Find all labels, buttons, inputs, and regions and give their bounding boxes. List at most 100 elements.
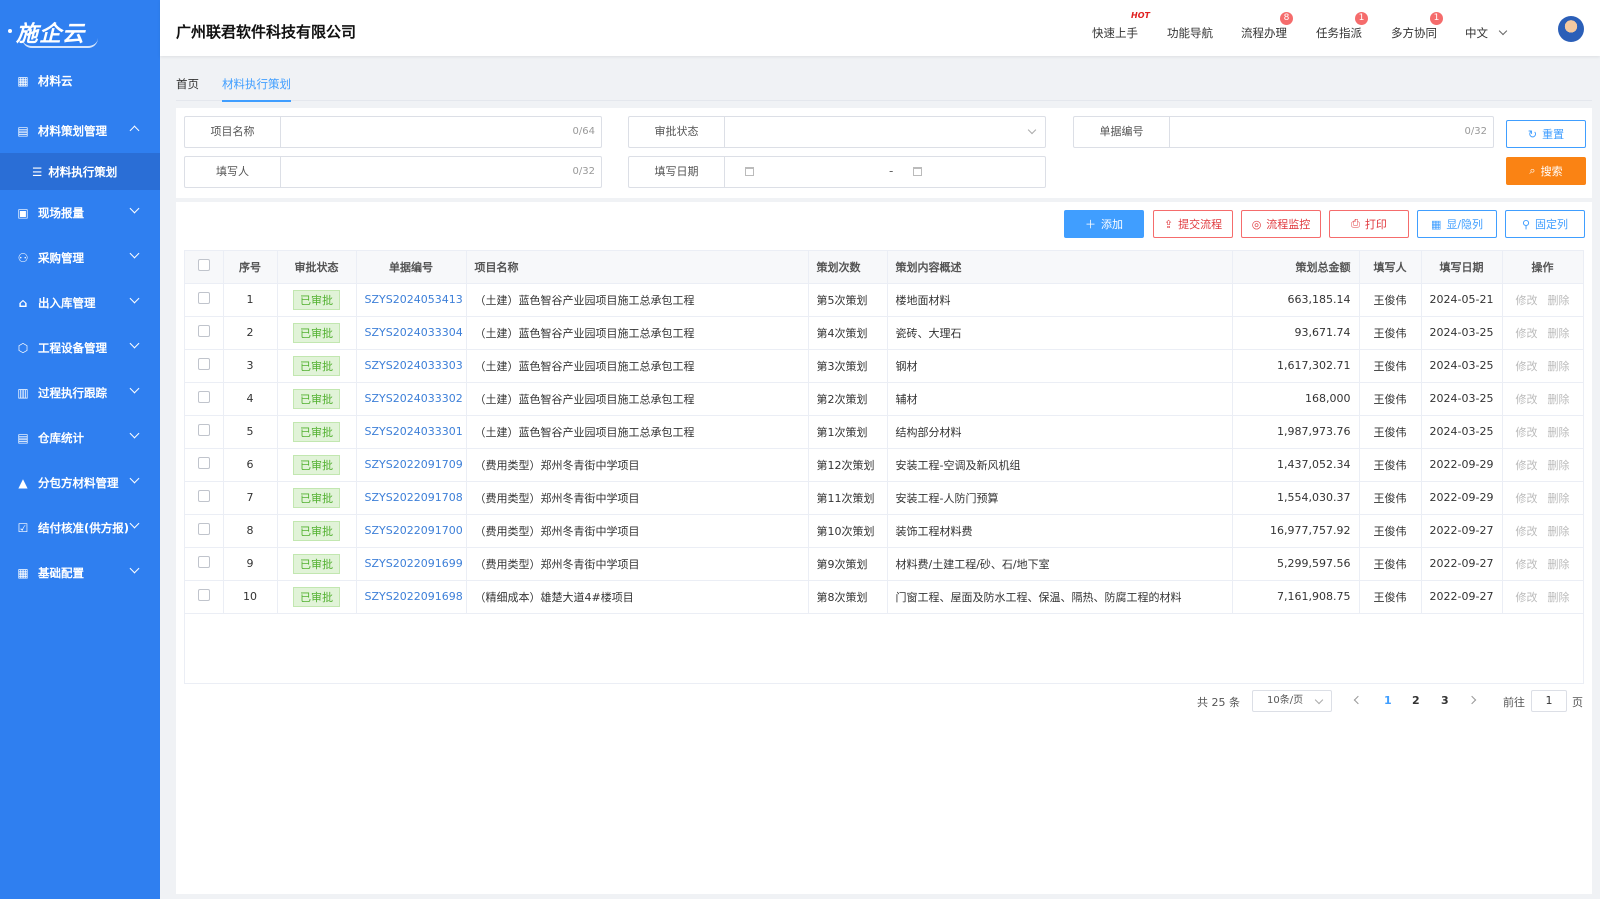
doc-number-link[interactable]: SZYS2024033301 [365, 425, 463, 438]
checkbox[interactable] [197, 259, 210, 272]
doc-number-field[interactable]: 单据编号 0/32 [1073, 116, 1494, 148]
row-checkbox-cell[interactable] [185, 514, 224, 548]
avatar[interactable] [1558, 16, 1584, 42]
checkbox[interactable] [197, 292, 210, 304]
doc-number-link[interactable]: SZYS2022091699 [365, 557, 463, 570]
delete-button[interactable]: 删除 [1548, 492, 1570, 505]
print-button[interactable]: ⎙ 打印 [1329, 210, 1409, 238]
edit-button[interactable]: 修改 [1516, 294, 1538, 307]
table-row[interactable]: 3 已审批 SZYS2024033303 （土建）蓝色智谷产业园项目施工总承包工程 第3… [185, 349, 1584, 383]
table-row[interactable]: 8 已审批 SZYS2022091700 （费用类型）郑州冬青街中学项目 第10次策划装… [185, 514, 1584, 548]
checkbox[interactable] [197, 424, 210, 436]
delete-button[interactable]: 删除 [1548, 558, 1570, 571]
delete-button[interactable]: 删除 [1548, 360, 1570, 373]
edit-button[interactable]: 修改 [1516, 558, 1538, 571]
delete-button[interactable]: 删除 [1548, 294, 1570, 307]
table-row[interactable]: 10 已审批 SZYS2022091698 （精细成本）雄楚大道4#楼项目 第8次策划门… [185, 580, 1584, 614]
select-all-checkbox[interactable] [185, 251, 224, 284]
checkbox[interactable] [197, 325, 210, 337]
sidebar-item-5[interactable]: ⌂ 出入库管理 [0, 280, 160, 325]
process-monitor-button[interactable]: ◎ 流程监控 [1241, 210, 1321, 238]
language-select[interactable]: 中文 [1465, 25, 1507, 41]
doc-number-link[interactable]: SZYS2022091709 [365, 458, 463, 471]
edit-button[interactable]: 修改 [1516, 393, 1538, 406]
delete-button[interactable]: 删除 [1548, 525, 1570, 538]
sidebar-item-3[interactable]: ▣ 现场报量 [0, 190, 160, 235]
table-row[interactable]: 6 已审批 SZYS2022091709 （费用类型）郑州冬青街中学项目 第12次策划安… [185, 448, 1584, 482]
doc-number-link[interactable]: SZYS2024033304 [365, 326, 463, 339]
row-checkbox-cell[interactable] [185, 547, 224, 581]
tab-home[interactable]: 首页 [176, 76, 199, 92]
checkbox[interactable] [197, 358, 210, 370]
doc-number-link[interactable]: SZYS2022091698 [365, 590, 463, 603]
sidebar-item-11[interactable]: ▦ 基础配置 [0, 550, 160, 595]
page-1[interactable]: 1 [1384, 694, 1392, 707]
page-size-select[interactable]: 10条/页 [1252, 690, 1332, 712]
row-checkbox-cell[interactable] [185, 580, 224, 614]
row-checkbox-cell[interactable] [185, 283, 224, 317]
edit-button[interactable]: 修改 [1516, 492, 1538, 505]
reset-button[interactable]: ↻ 重置 [1506, 120, 1586, 148]
header-nav-quickstart[interactable]: 快速上手 HOT [1092, 11, 1150, 41]
header-nav-task[interactable]: 任务指派 1 [1316, 12, 1368, 41]
table-row[interactable]: 7 已审批 SZYS2022091708 （费用类型）郑州冬青街中学项目 第11次策划安… [185, 481, 1584, 515]
checkbox[interactable] [197, 391, 210, 403]
project-name-field[interactable]: 项目名称 0/64 [184, 116, 602, 148]
doc-number-link[interactable]: SZYS2022091708 [365, 491, 463, 504]
fill-date-range[interactable]: 填写日期 - [628, 156, 1046, 188]
checkbox[interactable] [197, 490, 210, 502]
submit-process-button[interactable]: ⇪ 提交流程 [1153, 210, 1233, 238]
table-row[interactable]: 5 已审批 SZYS2024033301 （土建）蓝色智谷产业园项目施工总承包工程 第1… [185, 415, 1584, 449]
sidebar-item-7[interactable]: ▥ 过程执行跟踪 [0, 370, 160, 415]
sidebar-item-0[interactable]: ▦ 材料云 [0, 64, 160, 98]
checkbox[interactable] [197, 457, 210, 469]
edit-button[interactable]: 修改 [1516, 426, 1538, 439]
table-row[interactable]: 1 已审批 SZYS2024053413 （土建）蓝色智谷产业园项目施工总承包工程 第5… [185, 283, 1584, 317]
sidebar-item-4[interactable]: ⚇ 采购管理 [0, 235, 160, 280]
sidebar-item-9[interactable]: ▲ 分包方材料管理 [0, 460, 160, 505]
doc-number-link[interactable]: SZYS2022091700 [365, 524, 463, 537]
page-2[interactable]: 2 [1412, 694, 1420, 707]
sidebar-item-1[interactable]: ▤ 材料策划管理 [0, 108, 160, 153]
search-button[interactable]: ⌕ 搜索 [1506, 157, 1586, 185]
sidebar-subitem-2[interactable]: ☰ 材料执行策划 [0, 153, 160, 190]
sidebar-item-6[interactable]: ⬡ 工程设备管理 [0, 325, 160, 370]
tab-material-plan[interactable]: 材料执行策划 [222, 76, 291, 102]
toggle-columns-button[interactable]: ▦ 显/隐列 [1417, 210, 1497, 238]
edit-button[interactable]: 修改 [1516, 327, 1538, 340]
doc-number-link[interactable]: SZYS2024053413 [365, 293, 463, 306]
delete-button[interactable]: 删除 [1548, 591, 1570, 604]
table-row[interactable]: 2 已审批 SZYS2024033304 （土建）蓝色智谷产业园项目施工总承包工程 第4… [185, 316, 1584, 350]
row-checkbox-cell[interactable] [185, 415, 224, 449]
header-nav-function-guide[interactable]: 功能导航 [1167, 25, 1213, 41]
doc-number-link[interactable]: SZYS2024033302 [365, 392, 463, 405]
header-nav-collab[interactable]: 多方协同 1 [1391, 12, 1443, 41]
row-checkbox-cell[interactable] [185, 382, 224, 416]
checkbox[interactable] [197, 589, 210, 601]
filler-field[interactable]: 填写人 0/32 [184, 156, 602, 188]
delete-button[interactable]: 删除 [1548, 459, 1570, 472]
checkbox[interactable] [197, 556, 210, 568]
row-checkbox-cell[interactable] [185, 448, 224, 482]
add-button[interactable]: ＋ 添加 [1064, 210, 1144, 238]
sidebar-item-8[interactable]: ▤ 仓库统计 [0, 415, 160, 460]
row-checkbox-cell[interactable] [185, 316, 224, 350]
approval-status-select[interactable]: 审批状态 [628, 116, 1046, 148]
table-row[interactable]: 9 已审批 SZYS2022091699 （费用类型）郑州冬青街中学项目 第9次策划 材料… [185, 547, 1584, 581]
doc-number-link[interactable]: SZYS2024033303 [365, 359, 463, 372]
edit-button[interactable]: 修改 [1516, 459, 1538, 472]
delete-button[interactable]: 删除 [1548, 426, 1570, 439]
edit-button[interactable]: 修改 [1516, 360, 1538, 373]
delete-button[interactable]: 删除 [1548, 327, 1570, 340]
delete-button[interactable]: 删除 [1548, 393, 1570, 406]
row-checkbox-cell[interactable] [185, 481, 224, 515]
checkbox[interactable] [197, 523, 210, 535]
sidebar-item-10[interactable]: ☑ 结付核准(供方报) [0, 505, 160, 550]
goto-page-input[interactable]: 1 [1531, 690, 1567, 712]
table-row[interactable]: 4 已审批 SZYS2024033302 （土建）蓝色智谷产业园项目施工总承包工程 第2… [185, 382, 1584, 416]
header-nav-process[interactable]: 流程办理 8 [1241, 12, 1293, 41]
logo[interactable]: 施企云 [0, 0, 160, 64]
edit-button[interactable]: 修改 [1516, 525, 1538, 538]
edit-button[interactable]: 修改 [1516, 591, 1538, 604]
page-3[interactable]: 3 [1441, 694, 1449, 707]
